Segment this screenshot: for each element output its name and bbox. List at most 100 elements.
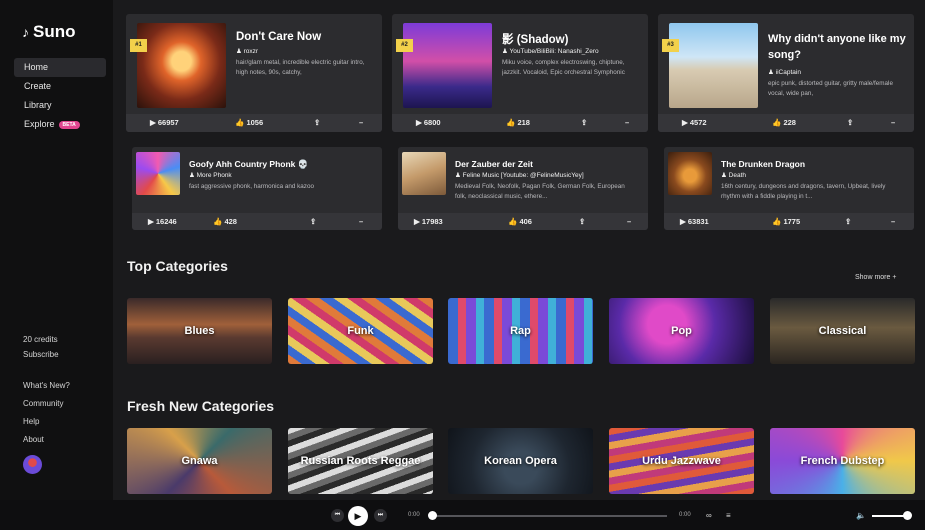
nav-create[interactable]: Create <box>14 77 106 96</box>
song-artist[interactable]: ♟ More Phonk <box>189 171 377 179</box>
top-song-card-1[interactable]: #1 Don't Care Now ♟ roxzr hair/glam meta… <box>126 14 382 132</box>
nav-home[interactable]: Home <box>14 58 106 77</box>
share-icon[interactable]: ⇪ <box>847 118 853 127</box>
play-count[interactable]: ▶ 66957 <box>150 118 179 127</box>
song-artist[interactable]: ♟ YouTube/BiliBili: Nanashi_Zero <box>502 47 644 55</box>
more-icon[interactable]: – <box>359 118 363 127</box>
category-classical[interactable]: Classical <box>770 298 915 364</box>
progress-track[interactable] <box>431 515 667 517</box>
like-count[interactable]: 👍 428 <box>213 217 237 226</box>
play-count[interactable]: ▶ 6800 <box>416 118 441 127</box>
whats-new-link[interactable]: What's New? <box>23 381 70 390</box>
top-song-card-2[interactable]: #2 影 (Shadow) ♟ YouTube/BiliBili: Nanash… <box>392 14 648 132</box>
song-artist[interactable]: ♟ Death <box>721 171 909 179</box>
song-title[interactable]: Don't Care Now <box>236 31 376 43</box>
song-card-1[interactable]: Goofy Ahh Country Phonk 💀 ♟ More Phonk f… <box>132 147 382 230</box>
previous-icon[interactable]: ⏮ <box>331 509 344 522</box>
song-cover[interactable] <box>403 23 492 108</box>
volume-handle[interactable] <box>903 511 912 520</box>
nav-library[interactable]: Library <box>14 96 106 115</box>
category-blues[interactable]: Blues <box>127 298 272 364</box>
song-cover[interactable] <box>668 152 712 195</box>
song-cover[interactable] <box>669 23 758 108</box>
share-icon[interactable]: ⇪ <box>579 217 585 226</box>
nav-explore[interactable]: Explore BETA <box>14 115 106 134</box>
like-count[interactable]: 👍 1056 <box>235 118 263 127</box>
play-count[interactable]: ▶ 4572 <box>682 118 707 127</box>
music-note-icon: ♪ <box>22 24 29 40</box>
next-icon[interactable]: ⏭ <box>374 509 387 522</box>
category-label: Russian Roots Reggae <box>300 455 421 467</box>
song-stats-bar: ▶ 63831 👍 1775 ⇪ – <box>664 213 914 230</box>
like-count-value: 1056 <box>246 118 264 127</box>
subscribe-link[interactable]: Subscribe <box>23 350 59 359</box>
song-title[interactable]: Why didn't anyone like my song? <box>768 31 908 63</box>
category-label: Classical <box>818 325 867 337</box>
about-link[interactable]: About <box>23 435 44 444</box>
more-icon[interactable]: – <box>359 217 363 226</box>
like-count[interactable]: 👍 228 <box>772 118 796 127</box>
help-link[interactable]: Help <box>23 417 39 426</box>
category-label: Urdu Jazzwave <box>642 455 721 467</box>
category-korean-opera[interactable]: Korean Opera <box>448 428 593 494</box>
song-tags: fast aggressive phonk, harmonica and kaz… <box>189 183 314 190</box>
share-icon[interactable]: ⇪ <box>314 118 320 127</box>
song-card-2[interactable]: Der Zauber der Zeit ♟ Feline Music [Yout… <box>398 147 648 230</box>
user-avatar[interactable] <box>23 455 42 474</box>
like-count[interactable]: 👍 406 <box>508 217 532 226</box>
song-artist[interactable]: ♟ roxzr <box>236 47 376 55</box>
like-count[interactable]: 👍 218 <box>506 118 530 127</box>
song-stats-bar: ▶ 66957 👍 1056 ⇪ – <box>126 114 382 132</box>
top-song-card-3[interactable]: #3 Why didn't anyone like my song? ♟ iiC… <box>658 14 914 132</box>
volume-icon[interactable]: 🔈 <box>856 511 866 520</box>
song-title[interactable]: Goofy Ahh Country Phonk 💀 <box>189 159 377 170</box>
song-title[interactable]: The Drunken Dragon <box>721 159 909 169</box>
song-tags: epic punk, distorted guitar, gritty male… <box>768 80 893 97</box>
artist-name: More Phonk <box>196 172 232 179</box>
song-title[interactable]: 影 (Shadow) <box>502 31 642 47</box>
song-cover[interactable] <box>136 152 180 195</box>
song-card-3[interactable]: The Drunken Dragon ♟ Death 16th century,… <box>664 147 914 230</box>
share-icon[interactable]: ⇪ <box>581 118 587 127</box>
category-rap[interactable]: Rap <box>448 298 593 364</box>
top-categories-heading: Top Categories <box>127 258 228 274</box>
song-artist[interactable]: ♟ Feline Music [Youtube: @FelineMusicYey… <box>455 171 645 179</box>
like-count-value: 1775 <box>783 217 801 226</box>
category-urdu-jazzwave[interactable]: Urdu Jazzwave <box>609 428 754 494</box>
loop-icon[interactable]: ∞ <box>706 511 712 520</box>
queue-icon[interactable]: ≡ <box>726 511 731 520</box>
suno-logo[interactable]: ♪ Suno <box>22 22 76 42</box>
song-artist[interactable]: ♟ iiCaptain <box>768 68 908 76</box>
song-cover[interactable] <box>402 152 446 195</box>
more-icon[interactable]: – <box>625 118 629 127</box>
play-count[interactable]: ▶ 17983 <box>414 217 443 226</box>
play-count-value: 6800 <box>423 118 441 127</box>
category-russian-roots-reggae[interactable]: Russian Roots Reggae <box>288 428 433 494</box>
more-icon[interactable]: – <box>627 217 631 226</box>
play-count-value: 4572 <box>689 118 707 127</box>
category-french-dubstep[interactable]: French Dubstep <box>770 428 915 494</box>
category-label: Korean Opera <box>484 455 557 467</box>
play-button[interactable]: ▶ <box>348 506 368 526</box>
community-link[interactable]: Community <box>23 399 63 408</box>
play-count[interactable]: ▶ 16246 <box>148 217 177 226</box>
like-count[interactable]: 👍 1775 <box>772 217 800 226</box>
share-icon[interactable]: ⇪ <box>845 217 851 226</box>
category-gnawa[interactable]: Gnawa <box>127 428 272 494</box>
artist-name: iiCaptain <box>775 69 801 76</box>
like-count-value: 406 <box>519 217 532 226</box>
category-funk[interactable]: Funk <box>288 298 433 364</box>
category-pop[interactable]: Pop <box>609 298 754 364</box>
more-icon[interactable]: – <box>891 217 895 226</box>
nav-explore-label: Explore <box>24 119 55 129</box>
show-more-link[interactable]: Show more + <box>855 274 896 281</box>
category-label: Pop <box>671 325 692 337</box>
song-cover[interactable] <box>137 23 226 108</box>
song-tags: hair/glam metal, incredible electric gui… <box>236 59 365 76</box>
song-title[interactable]: Der Zauber der Zeit <box>455 159 643 169</box>
progress-handle[interactable] <box>428 511 437 520</box>
more-icon[interactable]: – <box>891 118 895 127</box>
share-icon[interactable]: ⇪ <box>310 217 316 226</box>
play-count[interactable]: ▶ 63831 <box>680 217 709 226</box>
like-count-value: 428 <box>224 217 237 226</box>
